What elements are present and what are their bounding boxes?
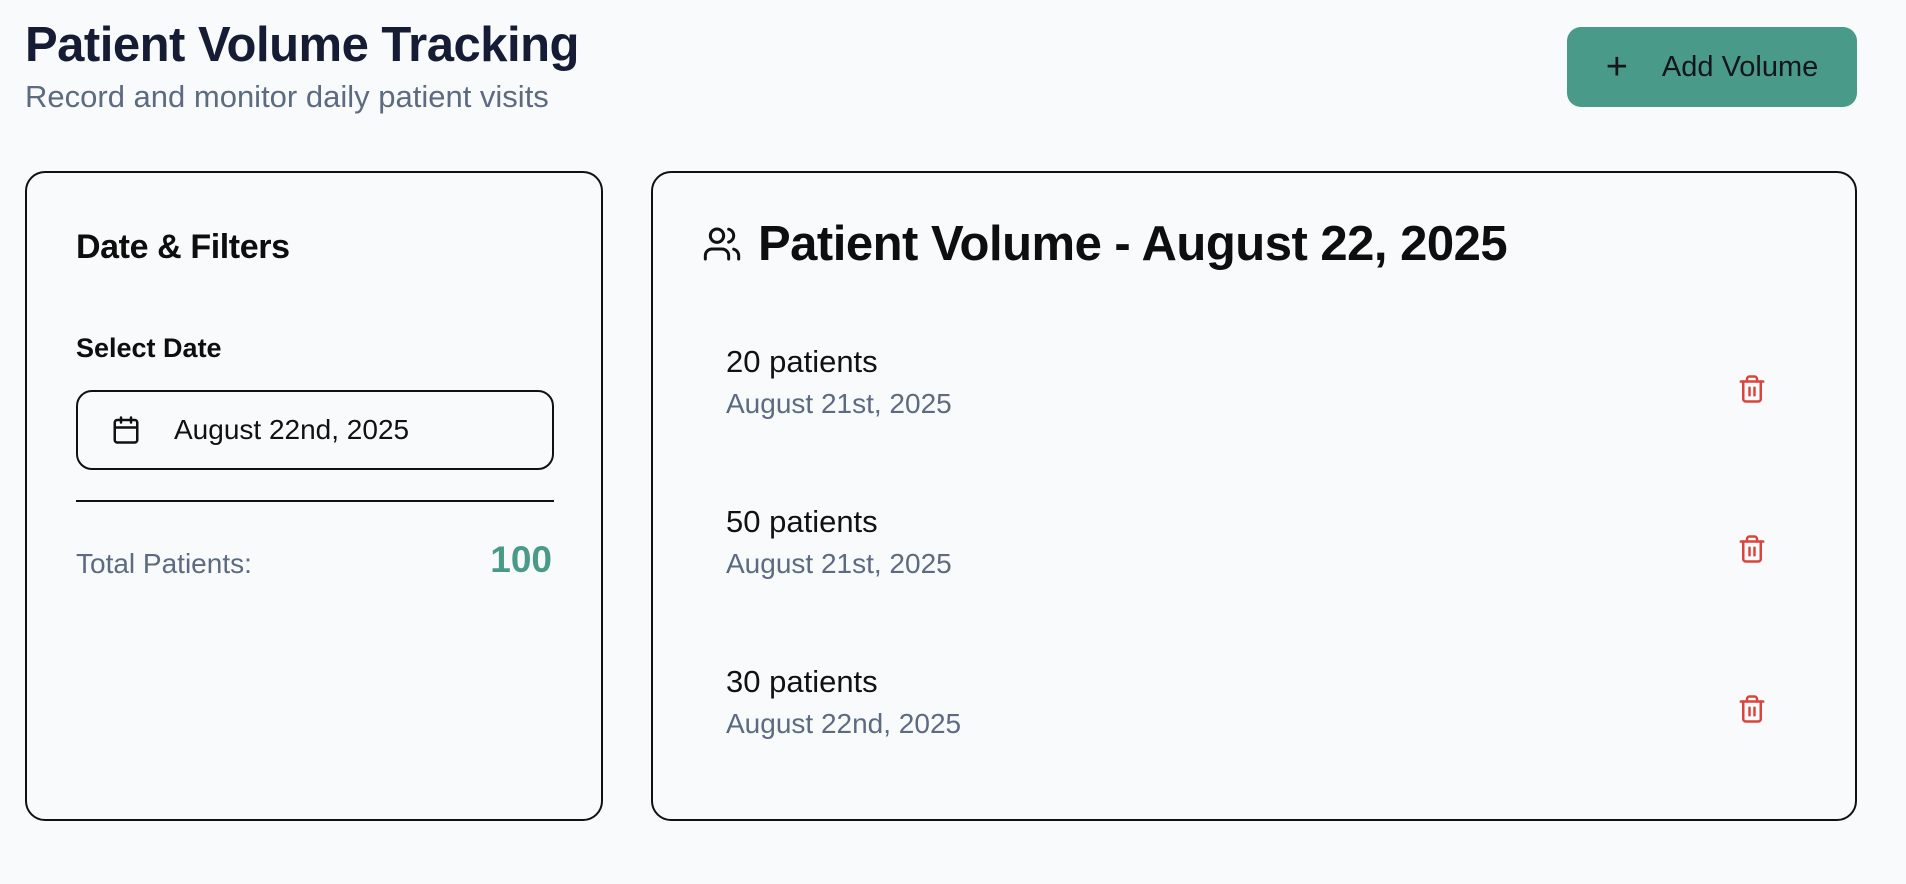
- users-icon: [703, 227, 741, 261]
- volume-header: Patient Volume - August 22, 2025: [702, 216, 1508, 272]
- selected-date-value: August 22nd, 2025: [174, 414, 410, 445]
- entry-count: 50 patients: [726, 504, 878, 539]
- date-filters-card: Date & Filters Select Date August 22nd, …: [25, 171, 603, 821]
- volume-title: Patient Volume - August 22, 2025: [758, 217, 1508, 271]
- filters-title: Date & Filters: [76, 228, 290, 266]
- page-subtitle: Record and monitor daily patient visits: [25, 79, 549, 114]
- calendar-icon: [113, 416, 139, 444]
- volume-entry: 20 patients August 21st, 2025: [726, 343, 1786, 443]
- total-patients-value: 100: [490, 539, 552, 580]
- entry-date: August 22nd, 2025: [726, 708, 962, 739]
- page-header: Patient Volume Tracking Record and monit…: [25, 14, 579, 116]
- volume-entry: 30 patients August 22nd, 2025: [726, 663, 1786, 763]
- delete-entry-button[interactable]: [1728, 365, 1776, 413]
- page-title: Patient Volume Tracking: [25, 18, 579, 72]
- total-patients-label: Total Patients:: [76, 548, 252, 579]
- entry-count: 30 patients: [726, 664, 878, 699]
- volume-entry: 50 patients August 21st, 2025: [726, 503, 1786, 603]
- plus-icon: +: [1605, 46, 1628, 88]
- select-date-label: Select Date: [76, 333, 222, 363]
- add-volume-label: Add Volume: [1661, 50, 1819, 83]
- divider: [76, 500, 554, 502]
- trash-icon: [1739, 375, 1765, 403]
- trash-icon: [1739, 695, 1765, 723]
- entry-count: 20 patients: [726, 344, 878, 379]
- entry-date: August 21st, 2025: [726, 388, 952, 419]
- trash-icon: [1739, 535, 1765, 563]
- date-picker-button[interactable]: August 22nd, 2025: [76, 390, 554, 470]
- add-volume-button[interactable]: + Add Volume: [1567, 27, 1857, 107]
- delete-entry-button[interactable]: [1728, 685, 1776, 733]
- delete-entry-button[interactable]: [1728, 525, 1776, 573]
- patient-volume-card: Patient Volume - August 22, 2025 20 pati…: [651, 171, 1857, 821]
- entry-date: August 21st, 2025: [726, 548, 952, 579]
